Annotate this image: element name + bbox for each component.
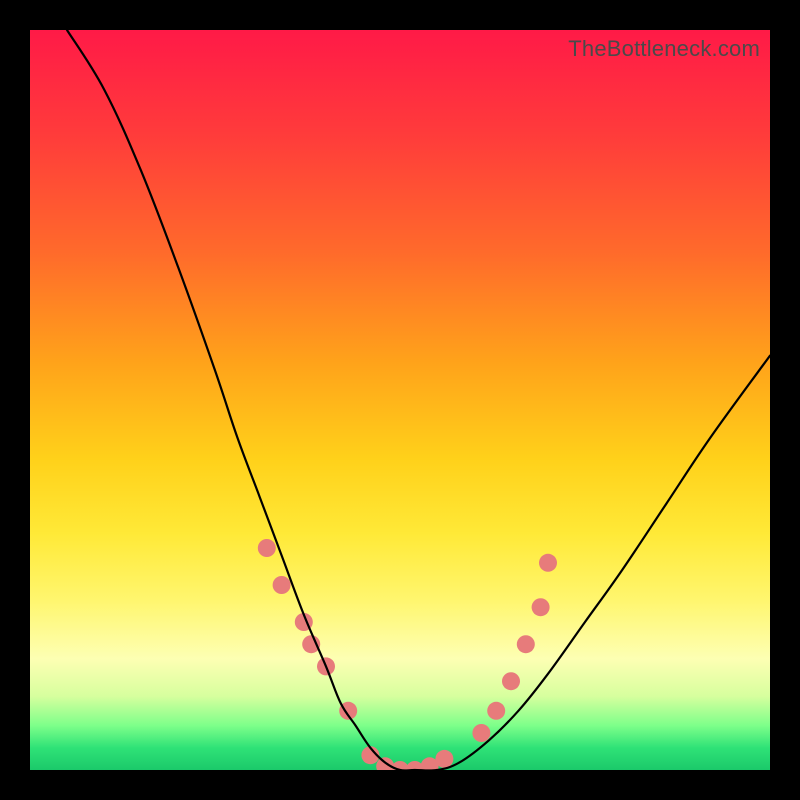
bottleneck-curve-svg [30, 30, 770, 770]
curve-marker [435, 750, 453, 768]
curve-marker [532, 598, 550, 616]
watermark-text: TheBottleneck.com [568, 36, 760, 62]
bottleneck-curve-path [67, 30, 770, 770]
curve-marker [258, 539, 276, 557]
curve-marker [502, 672, 520, 690]
chart-frame: TheBottleneck.com [0, 0, 800, 800]
curve-marker [273, 576, 291, 594]
curve-marker [487, 702, 505, 720]
curve-marker [517, 635, 535, 653]
marker-group [258, 539, 557, 770]
curve-marker [539, 554, 557, 572]
curve-marker [472, 724, 490, 742]
plot-area: TheBottleneck.com [30, 30, 770, 770]
